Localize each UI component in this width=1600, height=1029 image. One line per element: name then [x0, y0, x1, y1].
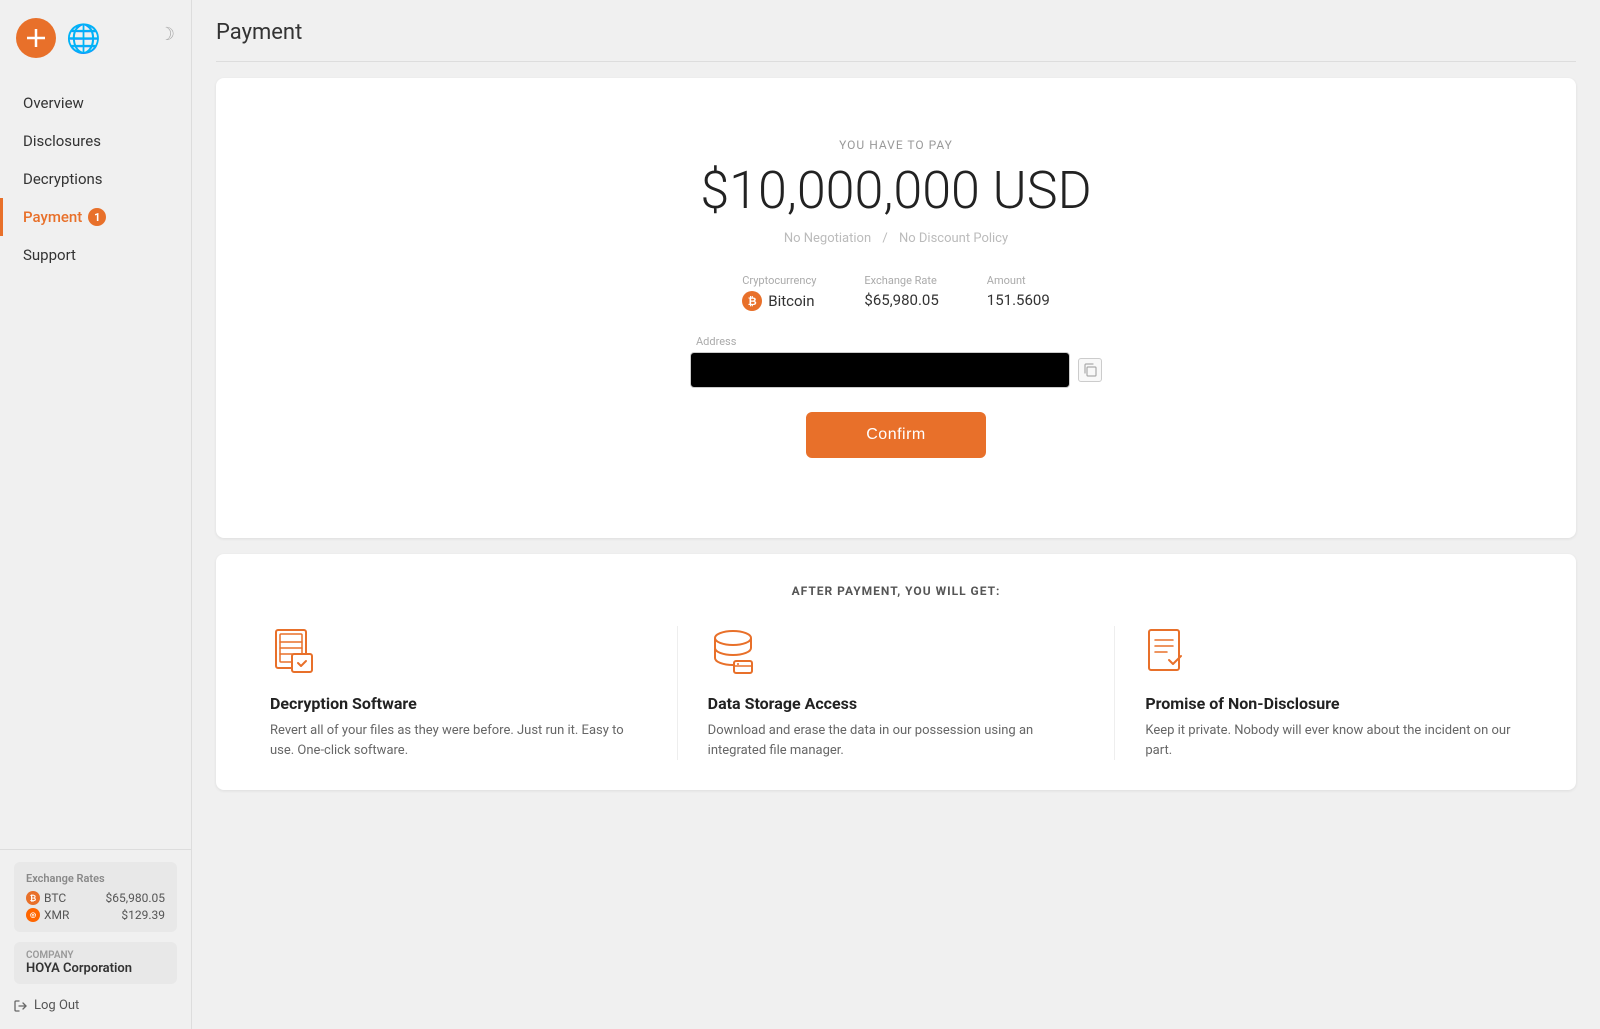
exchange-rate-col: Exchange Rate $65,980.05 [864, 274, 938, 311]
rate-label: Exchange Rate [864, 274, 936, 287]
payment-card: YOU HAVE TO PAY $10,000,000 USD No Negot… [216, 78, 1576, 538]
btc-label: BTC [44, 891, 66, 905]
logout-icon [14, 999, 28, 1013]
sidebar-item-decryptions[interactable]: Decryptions [0, 160, 191, 198]
benefit-decryption: Decryption Software Revert all of your f… [240, 626, 678, 760]
after-payment-card: AFTER PAYMENT, YOU WILL GET: Decryption … [216, 554, 1576, 790]
currency-value: ₿ Bitcoin [742, 291, 814, 311]
confirm-button[interactable]: Confirm [806, 412, 986, 458]
copy-icon [1083, 363, 1097, 377]
pay-amount: $10,000,000 USD [236, 160, 1556, 221]
benefit-data-storage: Data Storage Access Download and erase t… [678, 626, 1116, 760]
bitcoin-name: Bitcoin [768, 292, 814, 310]
non-disclosure-title: Promise of Non-Disclosure [1145, 694, 1522, 713]
payment-badge: 1 [88, 208, 106, 226]
theme-toggle-icon[interactable]: ☽ [159, 24, 175, 45]
crypto-info: Cryptocurrency ₿ Bitcoin Exchange Rate $… [236, 274, 1556, 311]
no-negotiation-text: No Negotiation [784, 231, 871, 246]
currency-label: Cryptocurrency [742, 274, 816, 287]
pay-policy: No Negotiation / No Discount Policy [236, 231, 1556, 246]
exchange-rates-title: Exchange Rates [26, 872, 165, 885]
sidebar-bottom: Exchange Rates ₿ BTC $65,980.05 ◎ XMR $1… [0, 849, 191, 1029]
address-field-row [236, 352, 1556, 388]
company-label: Company [26, 950, 165, 961]
sidebar-item-support[interactable]: Support [0, 236, 191, 274]
copy-button[interactable] [1078, 358, 1102, 382]
amount-value: 151.5609 [987, 291, 1050, 309]
policy-separator: / [882, 231, 891, 246]
benefits-grid: Decryption Software Revert all of your f… [240, 626, 1552, 760]
btc-icon: ₿ [26, 891, 40, 905]
sidebar-item-overview[interactable]: Overview [0, 84, 191, 122]
non-disclosure-icon [1145, 626, 1522, 682]
benefit-non-disclosure: Promise of Non-Disclosure Keep it privat… [1115, 626, 1552, 760]
btc-rate: $65,980.05 [106, 891, 165, 905]
main-content: Payment YOU HAVE TO PAY $10,000,000 USD … [192, 0, 1600, 1029]
amount-col: Amount 151.5609 [987, 274, 1050, 311]
logout-button[interactable]: Log Out [14, 994, 177, 1017]
bitcoin-icon: ₿ [742, 291, 762, 311]
xmr-icon: ◎ [26, 908, 40, 922]
xmr-rate: $129.39 [121, 908, 165, 922]
sidebar-item-payment[interactable]: Payment 1 [0, 198, 191, 236]
page-header: Payment [216, 20, 1576, 45]
page-divider [216, 61, 1576, 62]
logout-label: Log Out [34, 998, 79, 1013]
logo-icon [16, 18, 56, 58]
decryption-desc: Revert all of your files as they were be… [270, 721, 647, 760]
globe-icon: 🌐 [66, 22, 101, 55]
rate-value: $65,980.05 [864, 291, 938, 309]
btc-rate-row: ₿ BTC $65,980.05 [26, 891, 165, 905]
address-section: Address [236, 335, 1556, 388]
exchange-rates-section: Exchange Rates ₿ BTC $65,980.05 ◎ XMR $1… [14, 862, 177, 932]
no-discount-text: No Discount Policy [899, 231, 1008, 246]
sidebar-item-disclosures[interactable]: Disclosures [0, 122, 191, 160]
company-section: Company HOYA Corporation [14, 942, 177, 984]
sidebar: 🌐 ☽ Overview Disclosures Decryptions Pay… [0, 0, 192, 1029]
address-label: Address [696, 335, 1096, 348]
page-title: Payment [216, 20, 1576, 45]
company-name: HOYA Corporation [26, 961, 165, 976]
data-storage-desc: Download and erase the data in our posse… [708, 721, 1085, 760]
address-field [690, 352, 1070, 388]
data-storage-icon [708, 626, 1085, 682]
decryption-icon [270, 626, 647, 682]
xmr-label: XMR [44, 908, 69, 922]
data-storage-title: Data Storage Access [708, 694, 1085, 713]
pay-label: YOU HAVE TO PAY [236, 138, 1556, 152]
non-disclosure-desc: Keep it private. Nobody will ever know a… [1145, 721, 1522, 760]
sidebar-nav: Overview Disclosures Decryptions Payment… [0, 76, 191, 849]
crypto-currency-col: Cryptocurrency ₿ Bitcoin [742, 274, 816, 311]
xmr-rate-row: ◎ XMR $129.39 [26, 908, 165, 922]
amount-label: Amount [987, 274, 1026, 287]
decryption-title: Decryption Software [270, 694, 647, 713]
after-payment-title: AFTER PAYMENT, YOU WILL GET: [240, 584, 1552, 598]
